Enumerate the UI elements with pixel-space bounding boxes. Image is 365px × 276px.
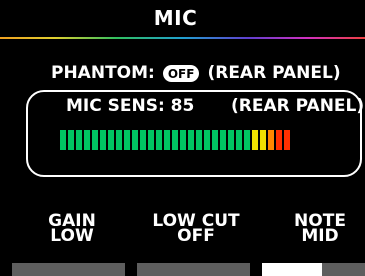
meter-segment (148, 130, 154, 150)
softkey-low-cut[interactable]: LOW CUT OFF (148, 213, 244, 246)
meter-segment (172, 130, 178, 150)
level-meter (60, 130, 290, 150)
meter-segment (188, 130, 194, 150)
mic-sens-row: MIC SENS: 85 (REAR PANEL) (66, 96, 364, 116)
meter-segment (228, 130, 234, 150)
softkey-note[interactable]: NOTE MID (280, 213, 360, 246)
meter-segment (84, 130, 90, 150)
meter-segment (236, 130, 242, 150)
softkey-note-value: MID (301, 226, 339, 246)
softkey-gain-value: LOW (50, 226, 94, 246)
phantom-state-badge[interactable]: OFF (162, 65, 200, 82)
function-button-tabs (0, 263, 365, 276)
rainbow-divider (0, 37, 365, 39)
phantom-label: PHANTOM: (51, 63, 155, 83)
function-tab-3[interactable] (262, 263, 322, 276)
meter-segment (60, 130, 66, 150)
meter-segment (132, 130, 138, 150)
meter-segment (92, 130, 98, 150)
meter-segment (68, 130, 74, 150)
function-tab-4[interactable] (322, 263, 365, 276)
meter-segment (164, 130, 170, 150)
meter-segment (196, 130, 202, 150)
meter-segment (252, 130, 258, 150)
title-bar: MIC (0, 0, 365, 37)
meter-segment (156, 130, 162, 150)
meter-segment (220, 130, 226, 150)
softkey-low-cut-value: OFF (177, 226, 215, 246)
meter-segment (244, 130, 250, 150)
meter-segment (180, 130, 186, 150)
meter-segment (116, 130, 122, 150)
meter-segment (108, 130, 114, 150)
softkey-row: GAIN LOW LOW CUT OFF NOTE MID (0, 213, 365, 264)
meter-segment (124, 130, 130, 150)
function-tab-1[interactable] (12, 263, 125, 276)
meter-segment (284, 130, 290, 150)
meter-segment (276, 130, 282, 150)
meter-segment (204, 130, 210, 150)
meter-segment (212, 130, 218, 150)
meter-segment (100, 130, 106, 150)
meter-segment (268, 130, 274, 150)
meter-segment (140, 130, 146, 150)
page-title: MIC (153, 5, 198, 30)
function-tab-2[interactable] (137, 263, 250, 276)
meter-segment (76, 130, 82, 150)
softkey-gain[interactable]: GAIN LOW (44, 213, 100, 246)
mic-sens-label: MIC SENS: 85 (66, 96, 195, 116)
phantom-row: PHANTOM: OFF (REAR PANEL) (51, 63, 341, 83)
meter-segment (260, 130, 266, 150)
phantom-location: (REAR PANEL) (207, 63, 341, 83)
mic-sens-location: (REAR PANEL) (231, 96, 365, 116)
